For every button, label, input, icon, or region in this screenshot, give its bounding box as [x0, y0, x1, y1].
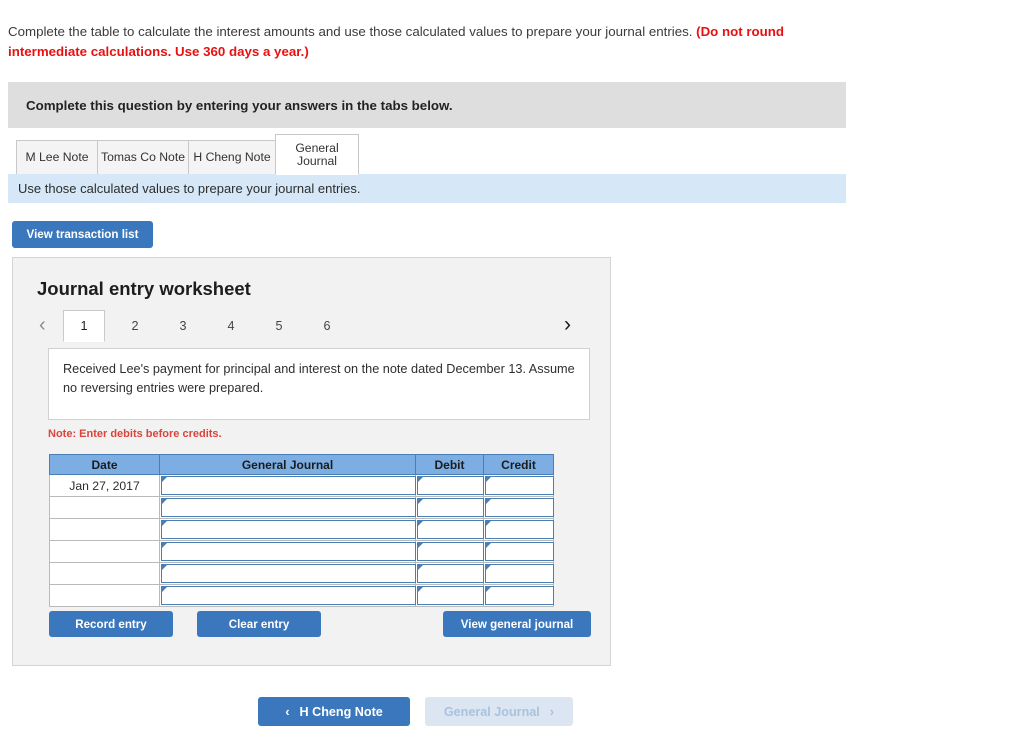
sub-instruction-bar: Use those calculated values to prepare y… — [8, 174, 846, 203]
cell-general-journal[interactable] — [159, 584, 416, 607]
worksheet-pager: ‹ 1 2 3 4 5 6 › — [35, 310, 591, 342]
cell-date[interactable]: Jan 27, 2017 — [49, 474, 160, 497]
debit-input[interactable] — [417, 476, 484, 495]
table-row: Jan 27, 2017 — [49, 474, 554, 497]
pager-prev-icon[interactable]: ‹ — [39, 313, 46, 337]
tab-label: General Journal — [295, 140, 339, 168]
table-row — [49, 540, 554, 563]
general-journal-input[interactable] — [161, 520, 416, 539]
credit-input[interactable] — [485, 520, 554, 539]
question-page: Complete the table to calculate the inte… — [0, 0, 1024, 741]
pager-page-3[interactable]: 3 — [162, 310, 204, 341]
cell-debit[interactable] — [415, 474, 484, 497]
chevron-left-icon: ‹ — [285, 704, 290, 719]
debit-input[interactable] — [417, 564, 484, 583]
journal-entry-worksheet-panel: Journal entry worksheet ‹ 1 2 3 4 5 6 › … — [12, 257, 611, 666]
tab-label: M Lee Note — [25, 150, 89, 164]
record-entry-button[interactable]: Record entry — [49, 611, 173, 637]
pager-page-1[interactable]: 1 — [63, 310, 105, 342]
cell-debit[interactable] — [415, 562, 484, 585]
credit-input[interactable] — [485, 564, 554, 583]
general-journal-input[interactable] — [161, 564, 416, 583]
cell-debit[interactable] — [415, 584, 484, 607]
next-tab-nav-button: General Journal › — [425, 697, 573, 726]
transaction-description-text: Received Lee's payment for principal and… — [63, 362, 575, 395]
clear-entry-button[interactable]: Clear entry — [197, 611, 321, 637]
cell-debit[interactable] — [415, 496, 484, 519]
debit-input[interactable] — [417, 542, 484, 561]
cell-credit[interactable] — [483, 562, 554, 585]
table-row — [49, 584, 554, 607]
cell-credit[interactable] — [483, 496, 554, 519]
table-row — [49, 518, 554, 541]
pager-page-2[interactable]: 2 — [114, 310, 156, 341]
cell-credit[interactable] — [483, 474, 554, 497]
journal-entry-table: Date General Journal Debit Credit Jan 27… — [49, 454, 554, 607]
question-prompt: Complete the table to calculate the inte… — [8, 22, 848, 62]
debits-before-credits-note: Note: Enter debits before credits. — [48, 428, 222, 440]
credit-input[interactable] — [485, 498, 554, 517]
general-journal-input[interactable] — [161, 476, 416, 495]
chevron-right-icon: › — [549, 704, 555, 719]
debit-input[interactable] — [417, 586, 484, 605]
worksheet-title: Journal entry worksheet — [37, 278, 251, 299]
view-transaction-list-button[interactable]: View transaction list — [12, 221, 153, 248]
cell-general-journal[interactable] — [159, 562, 416, 585]
debit-input[interactable] — [417, 498, 484, 517]
pager-page-5[interactable]: 5 — [258, 310, 300, 341]
cell-date[interactable] — [49, 540, 160, 563]
table-row — [49, 562, 554, 585]
credit-input[interactable] — [485, 542, 554, 561]
prev-tab-label: H Cheng Note — [299, 704, 383, 719]
tab-strip: M Lee Note Tomas Co Note H Cheng Note Ge… — [16, 134, 846, 175]
cell-credit[interactable] — [483, 540, 554, 563]
cell-general-journal[interactable] — [159, 540, 416, 563]
view-general-journal-button[interactable]: View general journal — [443, 611, 591, 637]
debit-input[interactable] — [417, 520, 484, 539]
tab-h-cheng-note[interactable]: H Cheng Note — [188, 140, 276, 175]
cell-credit[interactable] — [483, 518, 554, 541]
tab-general-journal[interactable]: General Journal — [275, 134, 359, 175]
general-journal-input[interactable] — [161, 542, 416, 561]
pager-page-6[interactable]: 6 — [306, 310, 348, 341]
cell-debit[interactable] — [415, 518, 484, 541]
transaction-description-box: Received Lee's payment for principal and… — [48, 348, 590, 420]
general-journal-input[interactable] — [161, 498, 416, 517]
instruction-bar: Complete this question by entering your … — [8, 82, 846, 128]
tab-label: Tomas Co Note — [101, 150, 185, 164]
pager-page-4[interactable]: 4 — [210, 310, 252, 341]
instruction-bar-text: Complete this question by entering your … — [26, 97, 453, 113]
general-journal-input[interactable] — [161, 586, 416, 605]
cell-date[interactable] — [49, 562, 160, 585]
cell-general-journal[interactable] — [159, 518, 416, 541]
table-header-row: Date General Journal Debit Credit — [49, 454, 554, 475]
cell-date[interactable] — [49, 584, 160, 607]
cell-general-journal[interactable] — [159, 496, 416, 519]
pager-next-icon[interactable]: › — [564, 313, 571, 337]
tab-tomas-co-note[interactable]: Tomas Co Note — [97, 140, 189, 175]
column-header-credit: Credit — [483, 454, 554, 475]
column-header-general-journal: General Journal — [159, 454, 416, 475]
cell-credit[interactable] — [483, 584, 554, 607]
column-header-debit: Debit — [415, 454, 484, 475]
tab-m-lee-note[interactable]: M Lee Note — [16, 140, 98, 175]
prompt-main-text: Complete the table to calculate the inte… — [8, 24, 697, 39]
credit-input[interactable] — [485, 476, 554, 495]
table-row — [49, 496, 554, 519]
tab-label: H Cheng Note — [193, 150, 271, 164]
cell-general-journal[interactable] — [159, 474, 416, 497]
next-tab-label: General Journal — [443, 704, 540, 719]
prev-tab-nav-button[interactable]: ‹ H Cheng Note — [258, 697, 410, 726]
cell-debit[interactable] — [415, 540, 484, 563]
credit-input[interactable] — [485, 586, 554, 605]
column-header-date: Date — [49, 454, 160, 475]
cell-date[interactable] — [49, 496, 160, 519]
sub-instruction-text: Use those calculated values to prepare y… — [18, 181, 361, 196]
cell-date[interactable] — [49, 518, 160, 541]
